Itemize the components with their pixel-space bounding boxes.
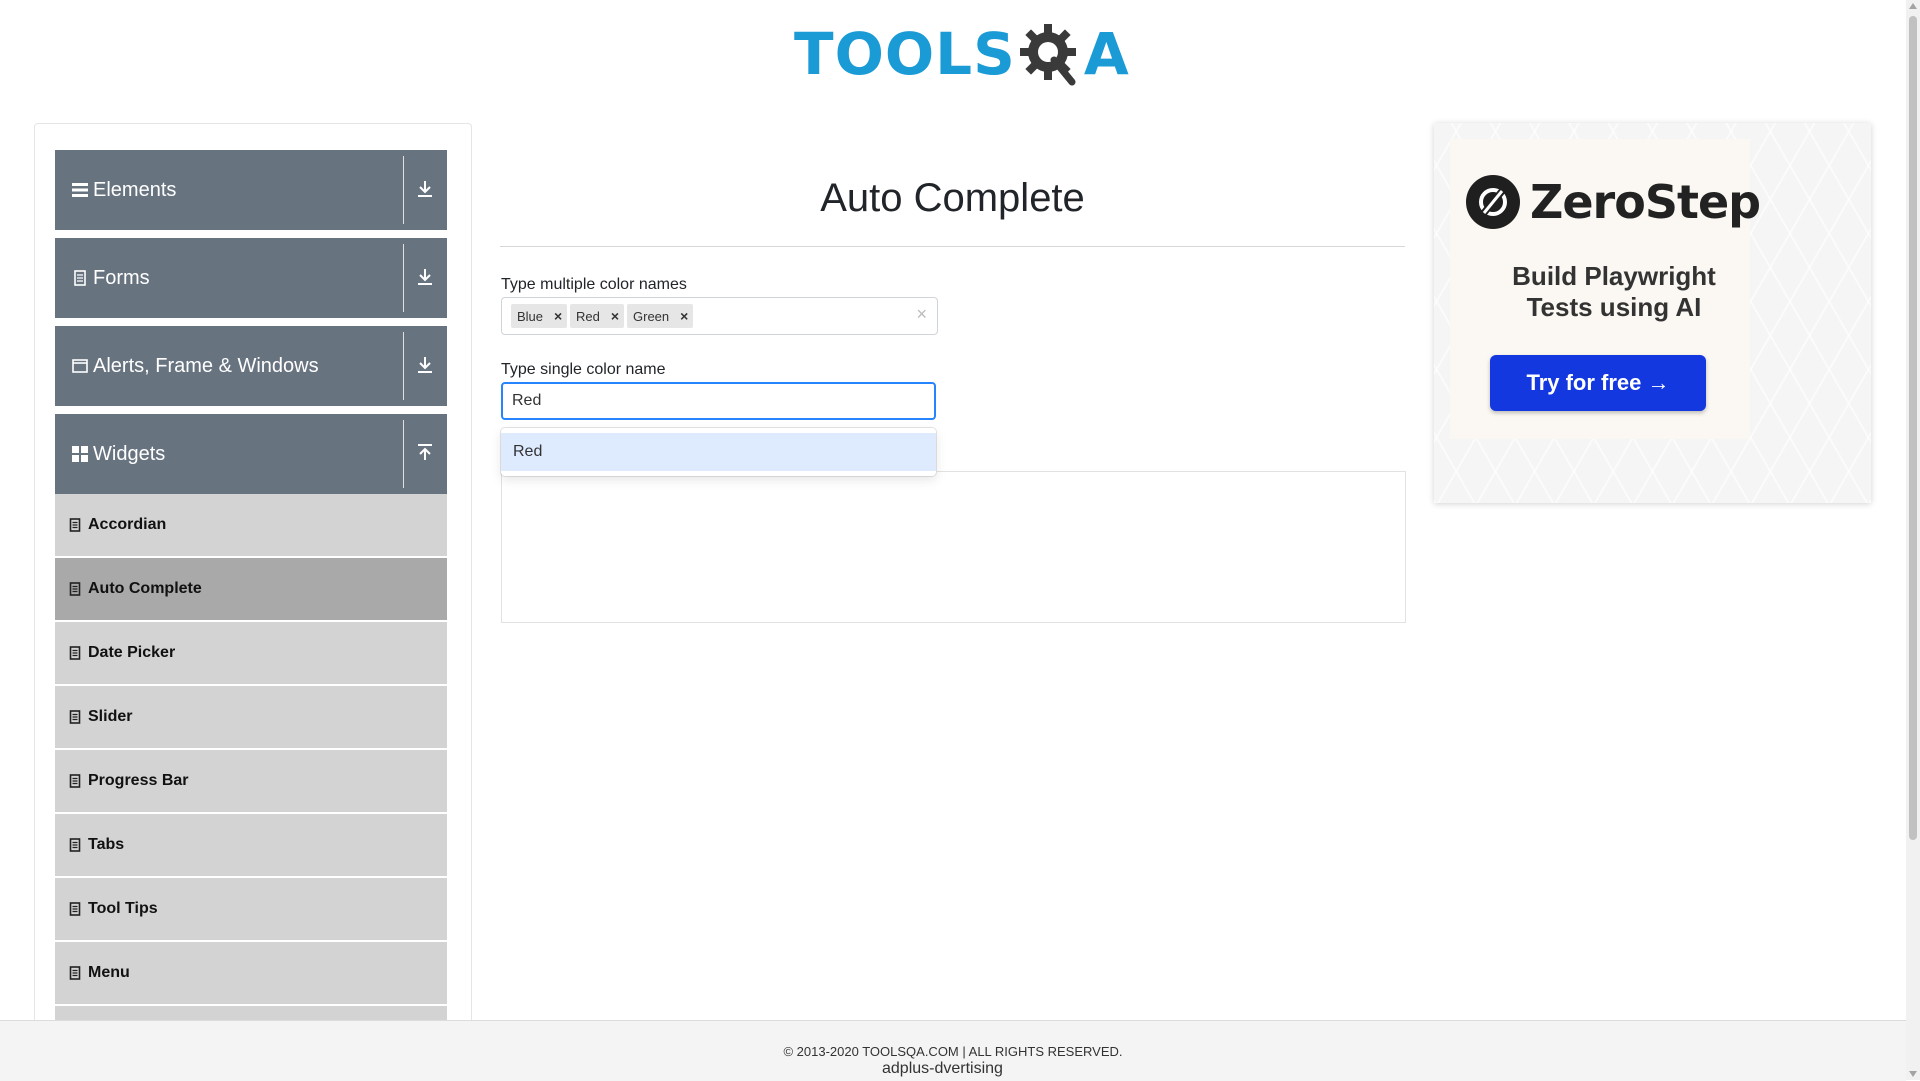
sidebar-group-label: Elements	[93, 178, 177, 201]
ad-brand: ZeroStep	[1466, 175, 1761, 229]
sidebar-item-slider[interactable]: Slider	[55, 686, 447, 750]
ad-tagline: Build Playwright Tests using AI	[1464, 261, 1764, 323]
ad-tagline-line2: Tests using AI	[1526, 292, 1702, 322]
sidebar-item-label: Progress Bar	[88, 772, 189, 789]
sidebar-group-label: Alerts, Frame & Windows	[93, 354, 319, 377]
sidebar-item-progress-bar[interactable]: Progress Bar	[55, 750, 447, 814]
sidebar-item-tabs[interactable]: Tabs	[55, 814, 447, 878]
sidebar-group-widgets[interactable]: Widgets	[55, 414, 447, 494]
divider	[403, 420, 404, 488]
toolsqa-logo[interactable]: TOOLS A	[794, 14, 1130, 94]
item-icon	[69, 710, 81, 724]
logo-text-a: A	[1083, 20, 1130, 88]
page-scrollbar[interactable]	[1906, 0, 1920, 1080]
color-chip-blue: Blue ×	[511, 304, 568, 328]
multi-color-label: Type multiple color names	[501, 276, 687, 293]
color-chip-red: Red ×	[570, 304, 625, 328]
sidebar-group-alerts[interactable]: Alerts, Frame & Windows	[55, 326, 447, 406]
clear-all-icon[interactable]: ×	[916, 304, 927, 325]
item-icon	[69, 646, 81, 660]
item-icon	[69, 518, 81, 532]
download-arrow-icon[interactable]	[415, 178, 435, 200]
footer: © 2013-2020 TOOLSQA.COM | ALL RIGHTS RES…	[0, 1020, 1906, 1081]
chip-label: Green	[633, 308, 670, 324]
ad-brand-name: ZeroStep	[1530, 175, 1761, 229]
sidebar-group-elements[interactable]: Elements	[55, 150, 447, 230]
sidebar-item-label: Slider	[88, 708, 133, 725]
left-panel: Elements Forms Alerts, Frame & Windows W…	[34, 123, 472, 1024]
window-icon	[71, 357, 89, 375]
sidebar-group-forms[interactable]: Forms	[55, 238, 447, 318]
sidebar-group-label: Forms	[93, 266, 150, 289]
item-icon	[69, 966, 81, 980]
result-area	[501, 471, 1406, 623]
footer-copyright: © 2013-2020 TOOLSQA.COM | ALL RIGHTS RES…	[783, 1044, 1123, 1059]
title-divider	[500, 246, 1405, 247]
sidebar-item-label: Menu	[88, 964, 130, 981]
page-title: Auto Complete	[820, 176, 1085, 220]
logo-text-tools: TOOLS	[794, 20, 1016, 88]
item-icon	[69, 582, 81, 596]
divider	[403, 244, 404, 312]
item-icon	[69, 774, 81, 788]
color-chip-green: Green ×	[627, 304, 694, 328]
chip-label: Blue	[517, 308, 544, 324]
sidebar-item-date-picker[interactable]: Date Picker	[55, 622, 447, 686]
chip-remove-icon[interactable]: ×	[549, 308, 567, 324]
chip-remove-icon[interactable]: ×	[606, 308, 624, 324]
sidebar-item-menu[interactable]: Menu	[55, 942, 447, 1006]
gear-q-icon	[1019, 24, 1076, 86]
dropdown-option-red[interactable]: Red	[501, 433, 936, 471]
download-arrow-icon[interactable]	[415, 266, 435, 288]
ad-cta-button[interactable]: Try for free →	[1490, 355, 1706, 411]
document-icon	[71, 269, 89, 287]
item-icon	[69, 902, 81, 916]
single-color-input[interactable]: Red	[501, 382, 936, 420]
item-icon	[69, 838, 81, 852]
grid-icon	[71, 445, 89, 463]
sidebar-group-label: Widgets	[93, 442, 166, 465]
result-area-top-border	[937, 471, 1405, 472]
sidebar-item-label: Tabs	[88, 836, 125, 853]
advertisement[interactable]: ZeroStep Build Playwright Tests using AI…	[1434, 123, 1871, 503]
scroll-down-arrow-icon[interactable]	[1909, 1071, 1917, 1077]
sidebar-item-label: Accordian	[88, 516, 167, 533]
sidebar-item-label: Tool Tips	[88, 900, 158, 917]
single-color-label: Type single color name	[501, 361, 666, 378]
sidebar-item-accordian[interactable]: Accordian	[55, 494, 447, 558]
scroll-up-arrow-icon[interactable]	[1909, 3, 1917, 9]
widgets-menu-list: Accordian Auto Complete Date Picker Slid…	[55, 494, 447, 1024]
download-arrow-icon[interactable]	[415, 354, 435, 376]
footer-ad-image-alt[interactable]: adplus-dvertising	[882, 1060, 1003, 1078]
chip-remove-icon[interactable]: ×	[675, 308, 693, 324]
sidebar-item-tool-tips[interactable]: Tool Tips	[55, 878, 447, 942]
upload-arrow-icon[interactable]	[415, 442, 435, 464]
multi-color-input[interactable]: Blue × Red × Green × ×	[501, 297, 938, 335]
sidebar-item-auto-complete[interactable]: Auto Complete	[55, 558, 447, 622]
hamburger-icon	[71, 181, 89, 199]
chip-label: Red	[576, 308, 600, 324]
sidebar-item-label: Auto Complete	[88, 580, 202, 597]
divider	[403, 332, 404, 400]
scroll-thumb[interactable]	[1909, 16, 1917, 840]
sidebar-item-label: Date Picker	[88, 644, 176, 661]
autocomplete-dropdown: Red	[501, 428, 936, 476]
zerostep-logo-icon	[1466, 175, 1520, 229]
divider	[403, 156, 404, 224]
ad-tagline-line1: Build Playwright	[1512, 261, 1716, 291]
